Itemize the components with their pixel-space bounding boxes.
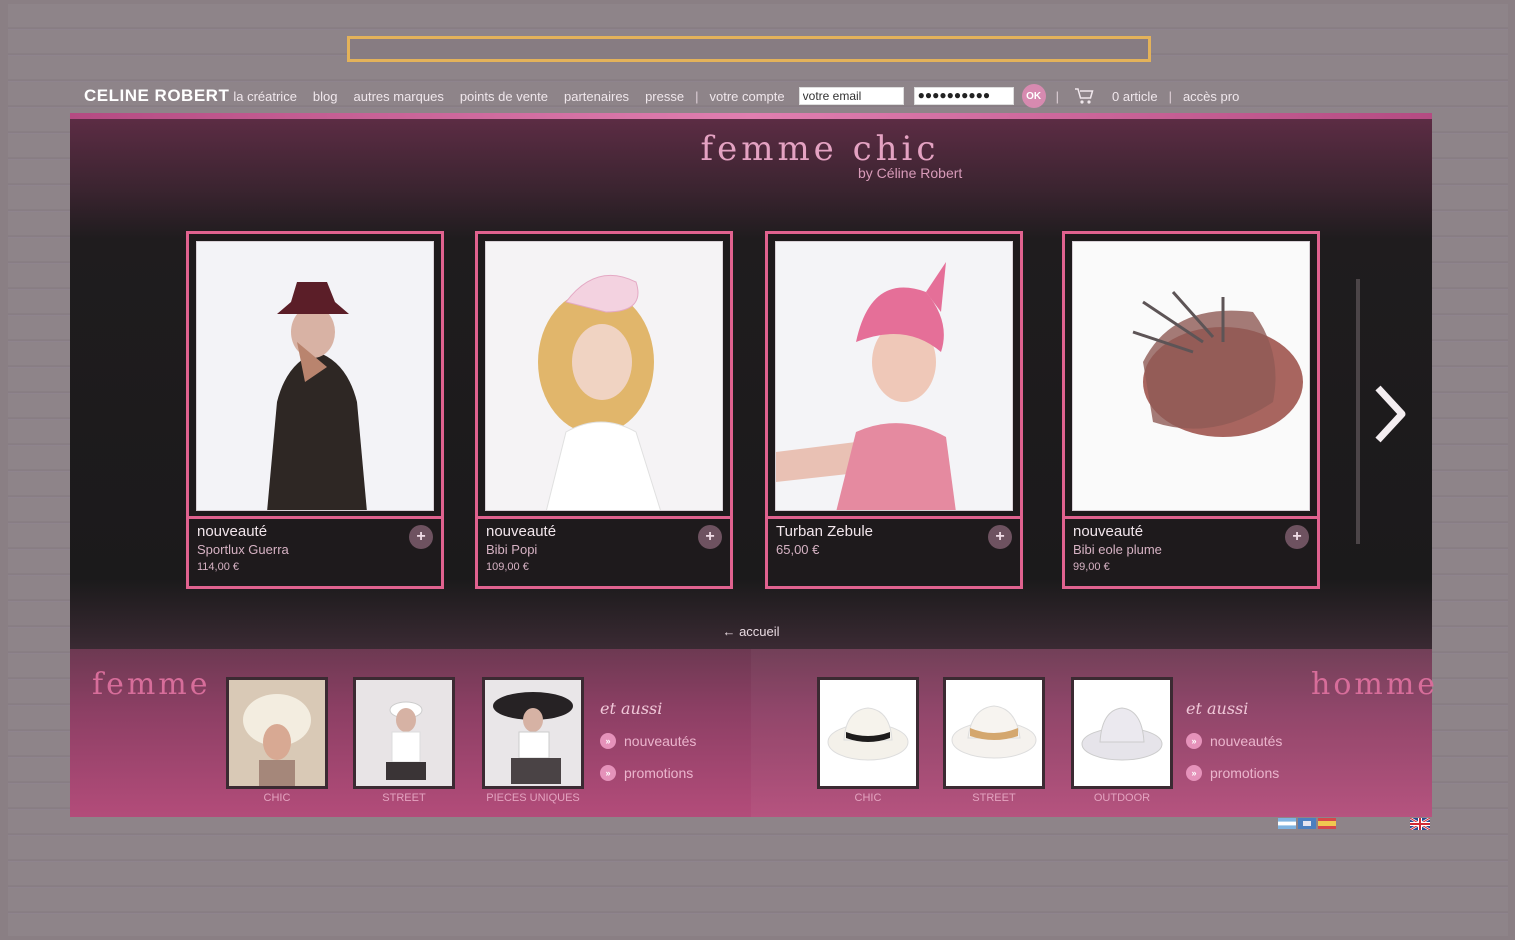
category-band: femme CHIC STREET PIECES UNIQUES et auss… bbox=[70, 649, 1435, 817]
product-photo[interactable] bbox=[1072, 241, 1310, 511]
pro-access-link[interactable]: accès pro bbox=[1183, 89, 1239, 104]
product-info: nouveauté Bibi Popi 109,00 € + bbox=[478, 516, 730, 586]
femme-thumb-pieces-uniques[interactable] bbox=[482, 677, 584, 789]
brand-logo[interactable]: CELINE ROBERT bbox=[84, 86, 229, 106]
nav-separator: | bbox=[695, 88, 699, 104]
cart-count[interactable]: 0 article bbox=[1112, 89, 1158, 104]
nav-separator: | bbox=[1055, 88, 1060, 104]
product-name: 65,00 € bbox=[776, 542, 820, 557]
add-to-cart-icon[interactable]: + bbox=[988, 525, 1012, 549]
product-tag: nouveauté bbox=[1073, 523, 1144, 540]
femme-nouveautes-label: nouveautés bbox=[624, 733, 697, 749]
double-arrow-icon: » bbox=[1186, 765, 1202, 781]
cart-icon[interactable] bbox=[1074, 87, 1094, 105]
section-subtitle: by Céline Robert bbox=[858, 165, 963, 181]
homme-thumb-outdoor[interactable] bbox=[1071, 677, 1173, 789]
homme-promotions-label: promotions bbox=[1210, 765, 1280, 781]
femme-aussi-title: et aussi bbox=[600, 699, 663, 718]
femme-nouveautes-link[interactable]: » nouveautés bbox=[600, 733, 696, 749]
nav-link-presse[interactable]: presse bbox=[645, 89, 684, 104]
homme-thumb-street-label: STREET bbox=[972, 792, 1016, 804]
nav-link-creatrice[interactable]: la créatrice bbox=[233, 89, 297, 104]
femme-thumb-chic-label: CHIC bbox=[263, 792, 291, 804]
nav-separator: | bbox=[1168, 88, 1172, 104]
product-price: 114,00 € bbox=[197, 561, 240, 573]
homme-nouveautes-link[interactable]: » nouveautés bbox=[1186, 733, 1282, 749]
product-info: Turban Zebule 65,00 € + bbox=[768, 516, 1020, 586]
flag-spain-icon[interactable] bbox=[1318, 818, 1336, 829]
product-card[interactable]: nouveauté Bibi eole plume 99,00 € + bbox=[1062, 231, 1320, 589]
product-tag: nouveauté bbox=[197, 523, 268, 540]
homme-thumb-chic-label: CHIC bbox=[854, 792, 882, 804]
product-photo[interactable] bbox=[775, 241, 1013, 511]
nav-link-points-de-vente[interactable]: points de vente bbox=[460, 89, 548, 104]
homme-promotions-link[interactable]: » promotions bbox=[1186, 765, 1279, 781]
nav-link-autres-marques[interactable]: autres marques bbox=[354, 89, 444, 104]
homme-aussi-title: et aussi bbox=[1186, 699, 1249, 718]
femme-promotions-link[interactable]: » promotions bbox=[600, 765, 693, 781]
femme-title[interactable]: femme bbox=[92, 667, 211, 702]
nav-link-blog[interactable]: blog bbox=[313, 89, 338, 104]
language-flags bbox=[1278, 818, 1336, 829]
product-card[interactable]: nouveauté Sportlux Guerra 114,00 € + bbox=[186, 231, 444, 589]
femme-thumb-street[interactable] bbox=[353, 677, 455, 789]
product-name: Bibi Popi bbox=[486, 542, 538, 557]
femme-thumb-chic[interactable] bbox=[226, 677, 328, 789]
account-label: votre compte bbox=[709, 88, 785, 104]
carousel-scroll-rail bbox=[1356, 279, 1360, 544]
femme-thumb-pieces-uniques-label: PIECES UNIQUES bbox=[486, 792, 580, 804]
chevron-right-icon[interactable] bbox=[1366, 374, 1416, 454]
add-to-cart-icon[interactable]: + bbox=[1285, 525, 1309, 549]
add-to-cart-icon[interactable]: + bbox=[409, 525, 433, 549]
homme-categories: CHIC STREET OUTDOOR et aussi » nouveauté… bbox=[751, 649, 1435, 817]
homme-nouveautes-label: nouveautés bbox=[1210, 733, 1283, 749]
homme-title[interactable]: homme bbox=[1311, 667, 1438, 702]
product-info: nouveauté Sportlux Guerra 114,00 € + bbox=[189, 516, 441, 586]
product-price: 109,00 € bbox=[486, 561, 529, 573]
double-arrow-icon: » bbox=[600, 733, 616, 749]
login-ok-button[interactable]: OK bbox=[1021, 84, 1046, 108]
double-arrow-icon: » bbox=[1186, 733, 1202, 749]
password-field[interactable]: ●●●●●●●●●● bbox=[913, 87, 1014, 105]
flag-brazil-icon[interactable] bbox=[1298, 818, 1316, 829]
email-field[interactable] bbox=[798, 87, 904, 105]
product-card[interactable]: nouveauté Bibi Popi 109,00 € + bbox=[475, 231, 733, 589]
add-to-cart-icon[interactable]: + bbox=[698, 525, 722, 549]
double-arrow-icon: » bbox=[600, 765, 616, 781]
femme-promotions-label: promotions bbox=[624, 765, 694, 781]
homme-thumb-chic[interactable] bbox=[817, 677, 919, 789]
femme-thumb-street-label: STREET bbox=[382, 792, 426, 804]
flag-uk-icon[interactable] bbox=[1410, 818, 1430, 830]
product-card[interactable]: Turban Zebule 65,00 € + bbox=[765, 231, 1023, 589]
product-tag: Turban Zebule bbox=[776, 523, 874, 540]
product-tag: nouveauté bbox=[486, 523, 557, 540]
product-price: 99,00 € bbox=[1073, 561, 1110, 573]
product-photo[interactable] bbox=[485, 241, 723, 511]
back-to-home-link[interactable]: ← accueil bbox=[70, 624, 1432, 639]
flag-argentina-icon[interactable] bbox=[1278, 818, 1296, 829]
product-info: nouveauté Bibi eole plume 99,00 € + bbox=[1065, 516, 1317, 586]
top-banner-placeholder bbox=[347, 36, 1151, 62]
section-title: femme chic bbox=[700, 129, 940, 169]
product-name: Bibi eole plume bbox=[1073, 542, 1162, 557]
femme-categories: femme CHIC STREET PIECES UNIQUES et auss… bbox=[70, 649, 751, 817]
homme-thumb-street[interactable] bbox=[943, 677, 1045, 789]
homme-thumb-outdoor-label: OUTDOOR bbox=[1093, 792, 1151, 804]
product-photo[interactable] bbox=[196, 241, 434, 511]
top-navbar: CELINE ROBERT la créatrice blog autres m… bbox=[70, 78, 1432, 114]
product-showcase: femme chic by Céline Robert nouveauté Sp… bbox=[70, 119, 1432, 649]
nav-link-partenaires[interactable]: partenaires bbox=[564, 89, 629, 104]
product-name: Sportlux Guerra bbox=[197, 542, 289, 557]
